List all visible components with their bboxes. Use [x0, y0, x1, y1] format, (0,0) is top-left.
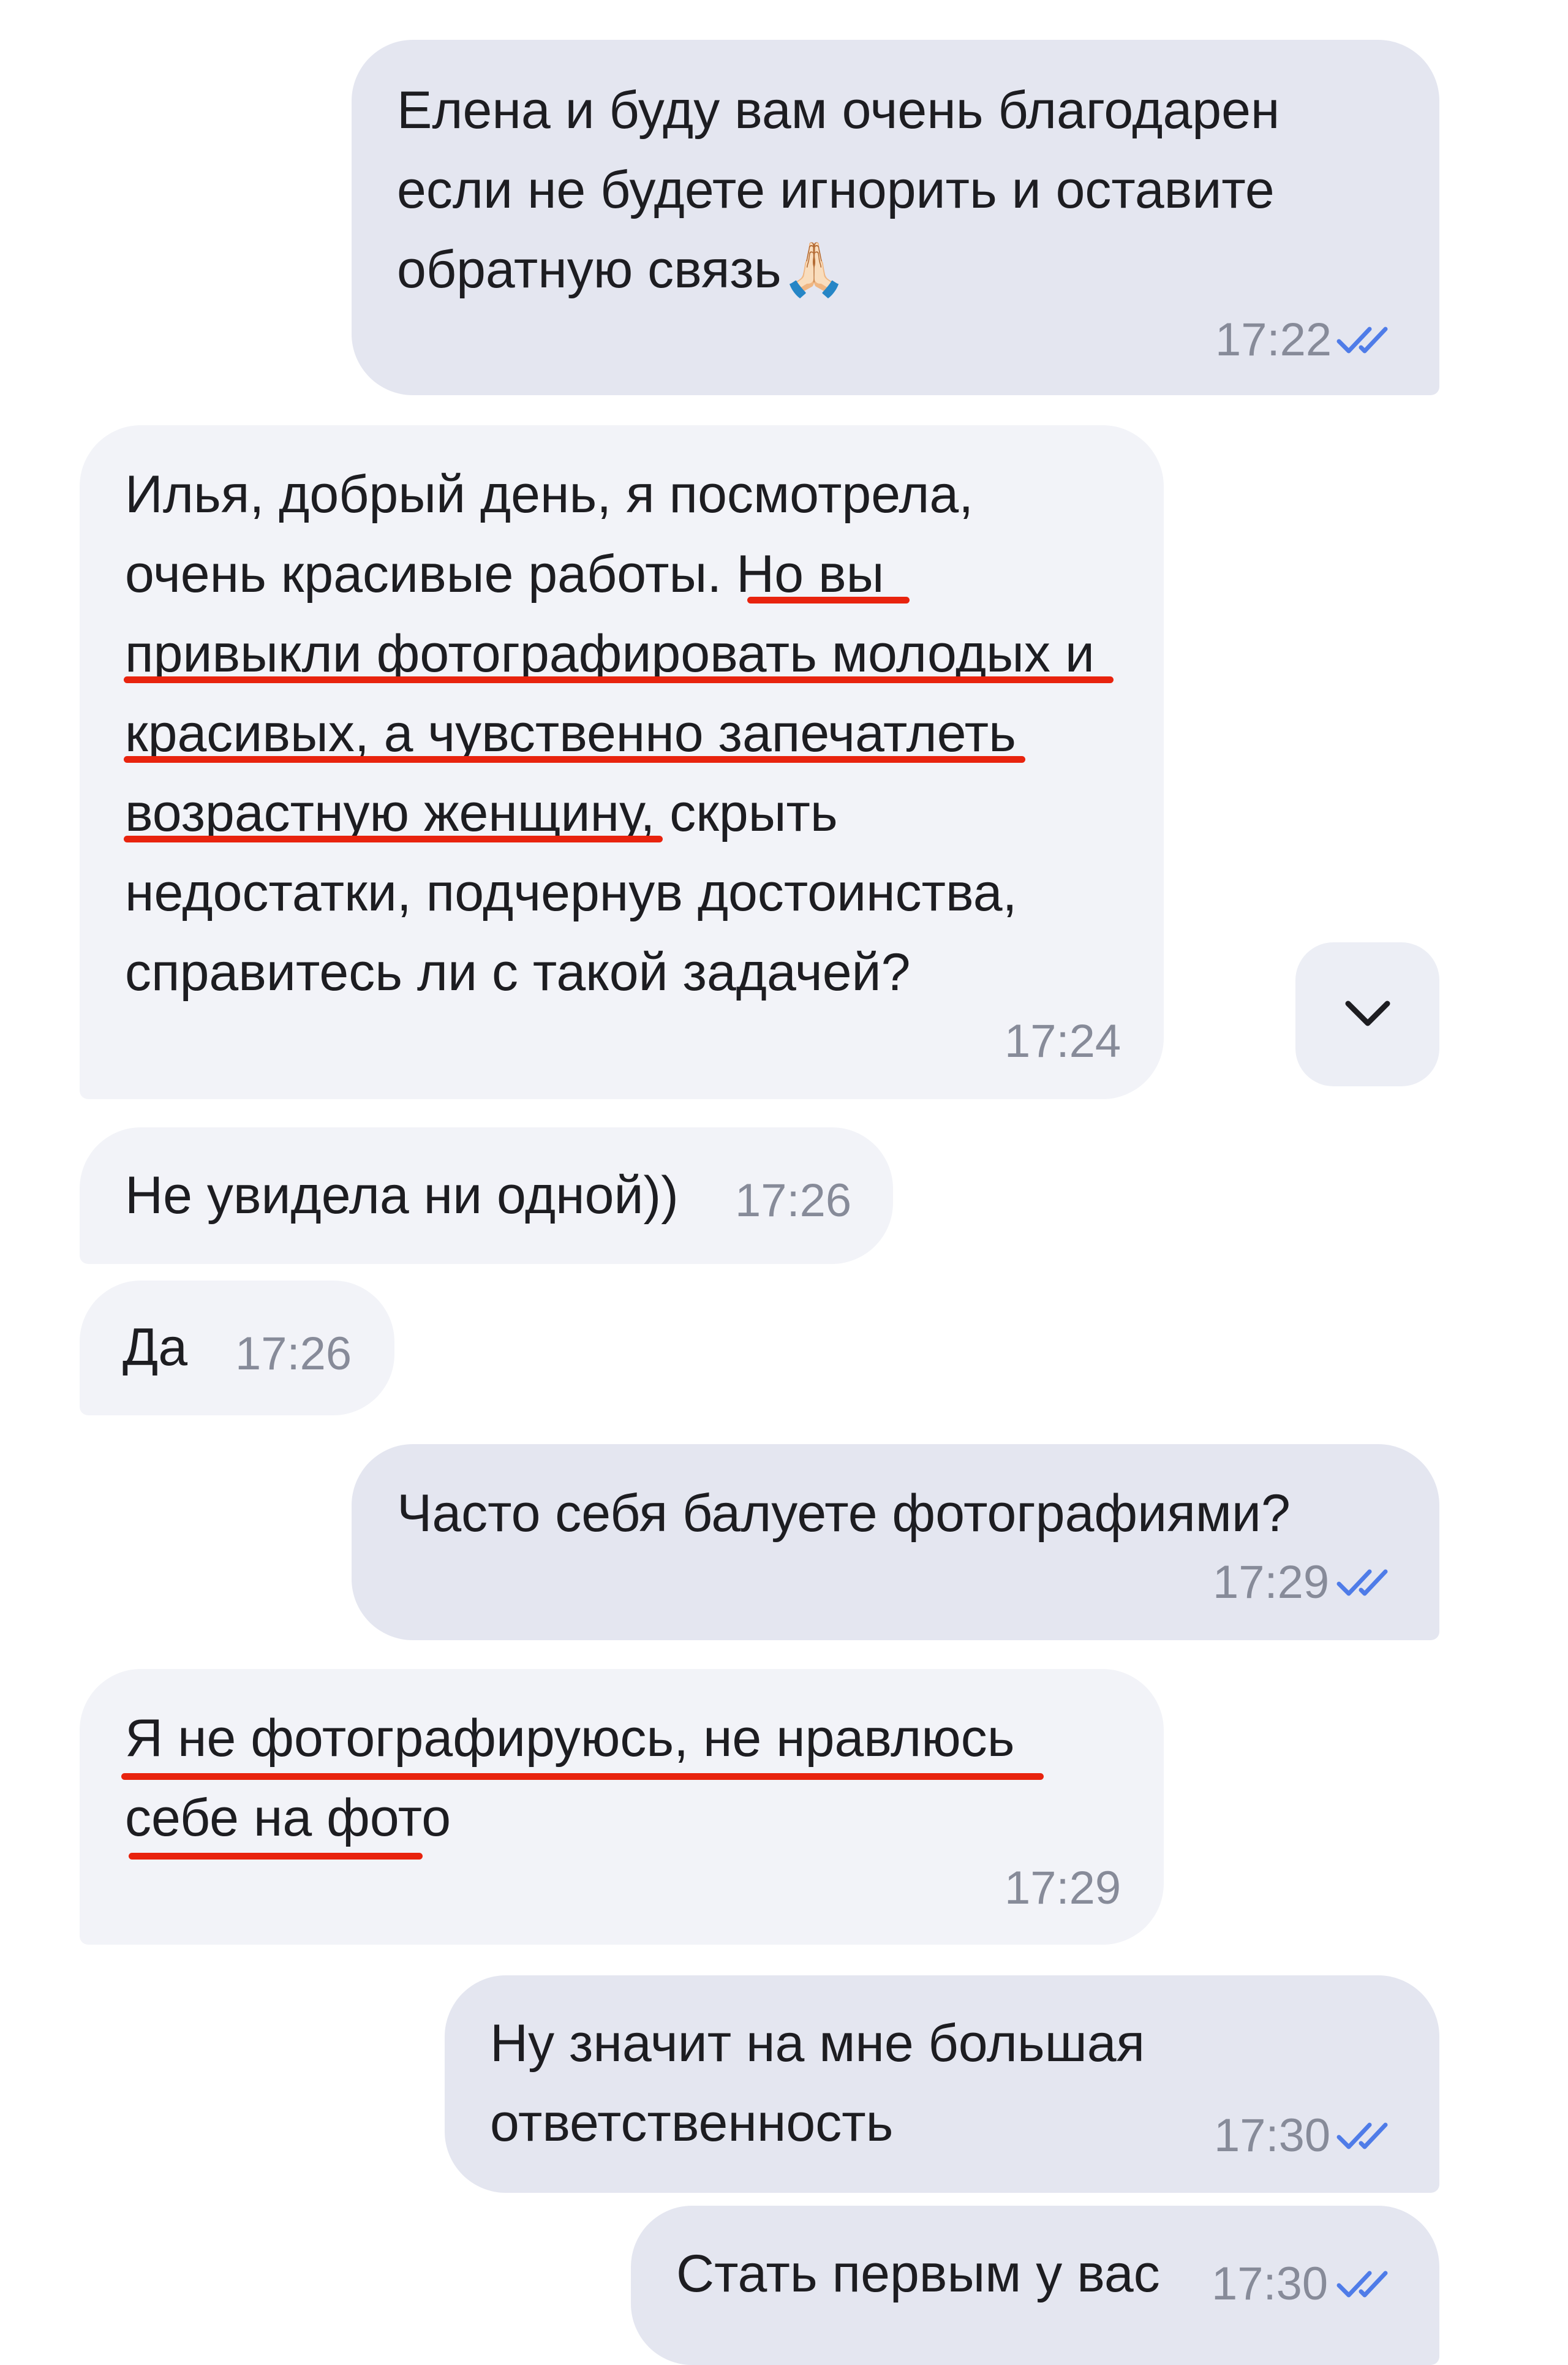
- message-text: Елена и буду вам очень благодарен: [397, 81, 1280, 140]
- message-time: 17:29: [1213, 1556, 1330, 1608]
- underline-annotation: [747, 597, 910, 604]
- message-text: недостатки, подчернув достоинства,: [125, 863, 1017, 922]
- message-bubble-incoming[interactable]: Я не фотографируюсь, не нравлюсь себе на…: [80, 1669, 1164, 1945]
- message-bubble-incoming[interactable]: Илья, добрый день, я посмотрела, очень к…: [80, 425, 1164, 1099]
- read-ticks-icon: [1336, 2271, 1388, 2298]
- message-time: 17:30: [1214, 2110, 1331, 2162]
- underline-annotation: [124, 756, 1025, 763]
- message-text: Часто себя балуете фотографиями?: [397, 1484, 1291, 1543]
- message-bubble-outgoing[interactable]: Часто себя балуете фотографиями? 17:29: [352, 1444, 1439, 1640]
- message-text: Ну значит на мне большая: [490, 2014, 1145, 2073]
- message-text: Не увидела ни одной)): [125, 1166, 679, 1225]
- message-text: Да: [123, 1318, 188, 1377]
- chevron-down-icon: [1345, 1001, 1390, 1026]
- message-time: 17:30: [1212, 2258, 1329, 2310]
- message-text: обратную связь🙏🏻: [397, 240, 847, 299]
- read-ticks-icon: [1336, 327, 1388, 354]
- scroll-down-button[interactable]: [1295, 942, 1439, 1086]
- message-text: Стать первым у вас: [676, 2244, 1160, 2303]
- message-time: 17:24: [1005, 1015, 1121, 1067]
- message-bubble-outgoing[interactable]: Ну значит на мне большая ответственность…: [445, 1975, 1439, 2193]
- message-time: 17:29: [1005, 1862, 1121, 1914]
- message-bubble-outgoing[interactable]: Стать первым у вас 17:30: [631, 2206, 1439, 2365]
- message-text: ответственность: [490, 2094, 894, 2152]
- underline-annotation: [121, 1773, 1044, 1780]
- message-text: справитесь ли с такой задачей?: [125, 943, 911, 1002]
- message-time: 17:22: [1215, 314, 1332, 366]
- read-ticks-icon: [1336, 2122, 1388, 2149]
- message-text: Я не фотографируюсь, не нравлюсь: [125, 1709, 1015, 1768]
- message-bubble-incoming[interactable]: Да 17:26: [80, 1281, 394, 1415]
- underline-annotation: [129, 1853, 423, 1860]
- underline-annotation: [124, 836, 663, 842]
- read-ticks-icon: [1336, 1569, 1388, 1596]
- message-bubble-outgoing[interactable]: Елена и буду вам очень благодарен если н…: [352, 40, 1439, 395]
- message-text: Илья, добрый день, я посмотрела,: [125, 465, 974, 524]
- message-text: себе на фото: [125, 1788, 451, 1847]
- message-bubble-incoming[interactable]: Не увидела ни одной)) 17:26: [80, 1127, 893, 1264]
- message-time: 17:26: [235, 1328, 352, 1380]
- message-time: 17:26: [735, 1175, 852, 1227]
- message-text: если не будете игнорить и оставите: [397, 161, 1275, 219]
- underline-annotation: [124, 676, 1114, 683]
